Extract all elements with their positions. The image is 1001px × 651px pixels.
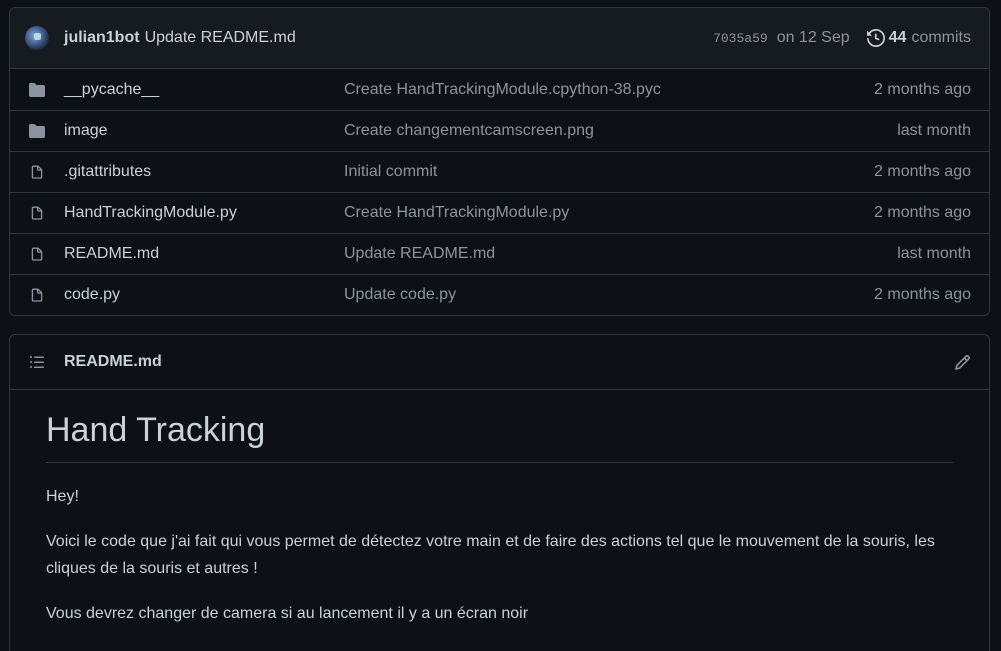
file-name[interactable]: HandTrackingModule.py — [64, 204, 344, 222]
file-age: 2 months ago — [874, 163, 971, 180]
folder-icon — [28, 81, 46, 99]
readme-paragraph: Vous devrez changer de camera si au lanc… — [46, 605, 529, 622]
file-row[interactable]: image Create changementcamscreen.png las… — [10, 110, 989, 151]
file-age: last month — [897, 122, 971, 139]
file-commit-message[interactable]: Create HandTrackingModule.py — [344, 204, 874, 222]
file-row[interactable]: HandTrackingModule.py Create HandTrackin… — [10, 192, 989, 233]
file-row[interactable]: README.md Update README.md last month — [10, 233, 989, 274]
latest-commit-bar: julian1bot Update README.md 7035a59 on 1… — [10, 8, 989, 69]
file-icon — [28, 245, 46, 263]
readme-header: README.md — [10, 335, 989, 390]
commits-label: commits — [911, 29, 971, 46]
file-name[interactable]: .gitattributes — [64, 163, 344, 181]
file-age: 2 months ago — [874, 204, 971, 221]
avatar[interactable] — [25, 26, 49, 50]
file-icon — [28, 163, 46, 181]
file-row[interactable]: code.py Update code.py 2 months ago — [10, 274, 989, 315]
readme-panel: README.md Hand Tracking Hey! Voici le co… — [9, 334, 990, 651]
file-age: 2 months ago — [874, 286, 971, 303]
readme-content: Hand Tracking Hey! Voici le code que j'a… — [10, 390, 989, 627]
file-row[interactable]: __pycache__ Create HandTrackingModule.cp… — [10, 69, 989, 110]
file-age: last month — [897, 245, 971, 262]
commit-date[interactable]: on 12 Sep — [777, 29, 850, 47]
file-name[interactable]: image — [64, 122, 344, 140]
file-row[interactable]: .gitattributes Initial commit 2 months a… — [10, 151, 989, 192]
file-list: __pycache__ Create HandTrackingModule.cp… — [10, 69, 989, 315]
pencil-icon[interactable] — [954, 354, 971, 371]
file-commit-message[interactable]: Create changementcamscreen.png — [344, 122, 897, 140]
readme-filename[interactable]: README.md — [64, 353, 954, 371]
file-commit-message[interactable]: Create HandTrackingModule.cpython-38.pyc — [344, 81, 874, 99]
file-name[interactable]: README.md — [64, 245, 344, 263]
file-age: 2 months ago — [874, 80, 971, 98]
commit-message[interactable]: Update README.md — [145, 29, 296, 47]
folder-icon — [28, 122, 46, 140]
file-commit-message[interactable]: Initial commit — [344, 163, 874, 181]
file-icon — [28, 204, 46, 222]
readme-paragraph: Voici le code que j'ai fait qui vous per… — [46, 533, 935, 577]
file-browser: julian1bot Update README.md 7035a59 on 1… — [9, 7, 990, 316]
file-name[interactable]: code.py — [64, 286, 344, 304]
file-commit-message[interactable]: Update README.md — [344, 245, 897, 263]
readme-heading: Hand Tracking — [46, 408, 953, 463]
readme-paragraph: Hey! — [46, 488, 79, 505]
commits-link[interactable]: 44 commits — [866, 29, 971, 47]
file-icon — [28, 286, 46, 304]
commit-author[interactable]: julian1bot — [64, 29, 140, 47]
history-icon — [866, 29, 885, 47]
list-icon[interactable] — [28, 354, 46, 370]
file-name[interactable]: __pycache__ — [64, 81, 344, 99]
commits-count: 44 — [888, 29, 907, 46]
commit-sha[interactable]: 7035a59 — [713, 31, 768, 46]
file-commit-message[interactable]: Update code.py — [344, 286, 874, 304]
